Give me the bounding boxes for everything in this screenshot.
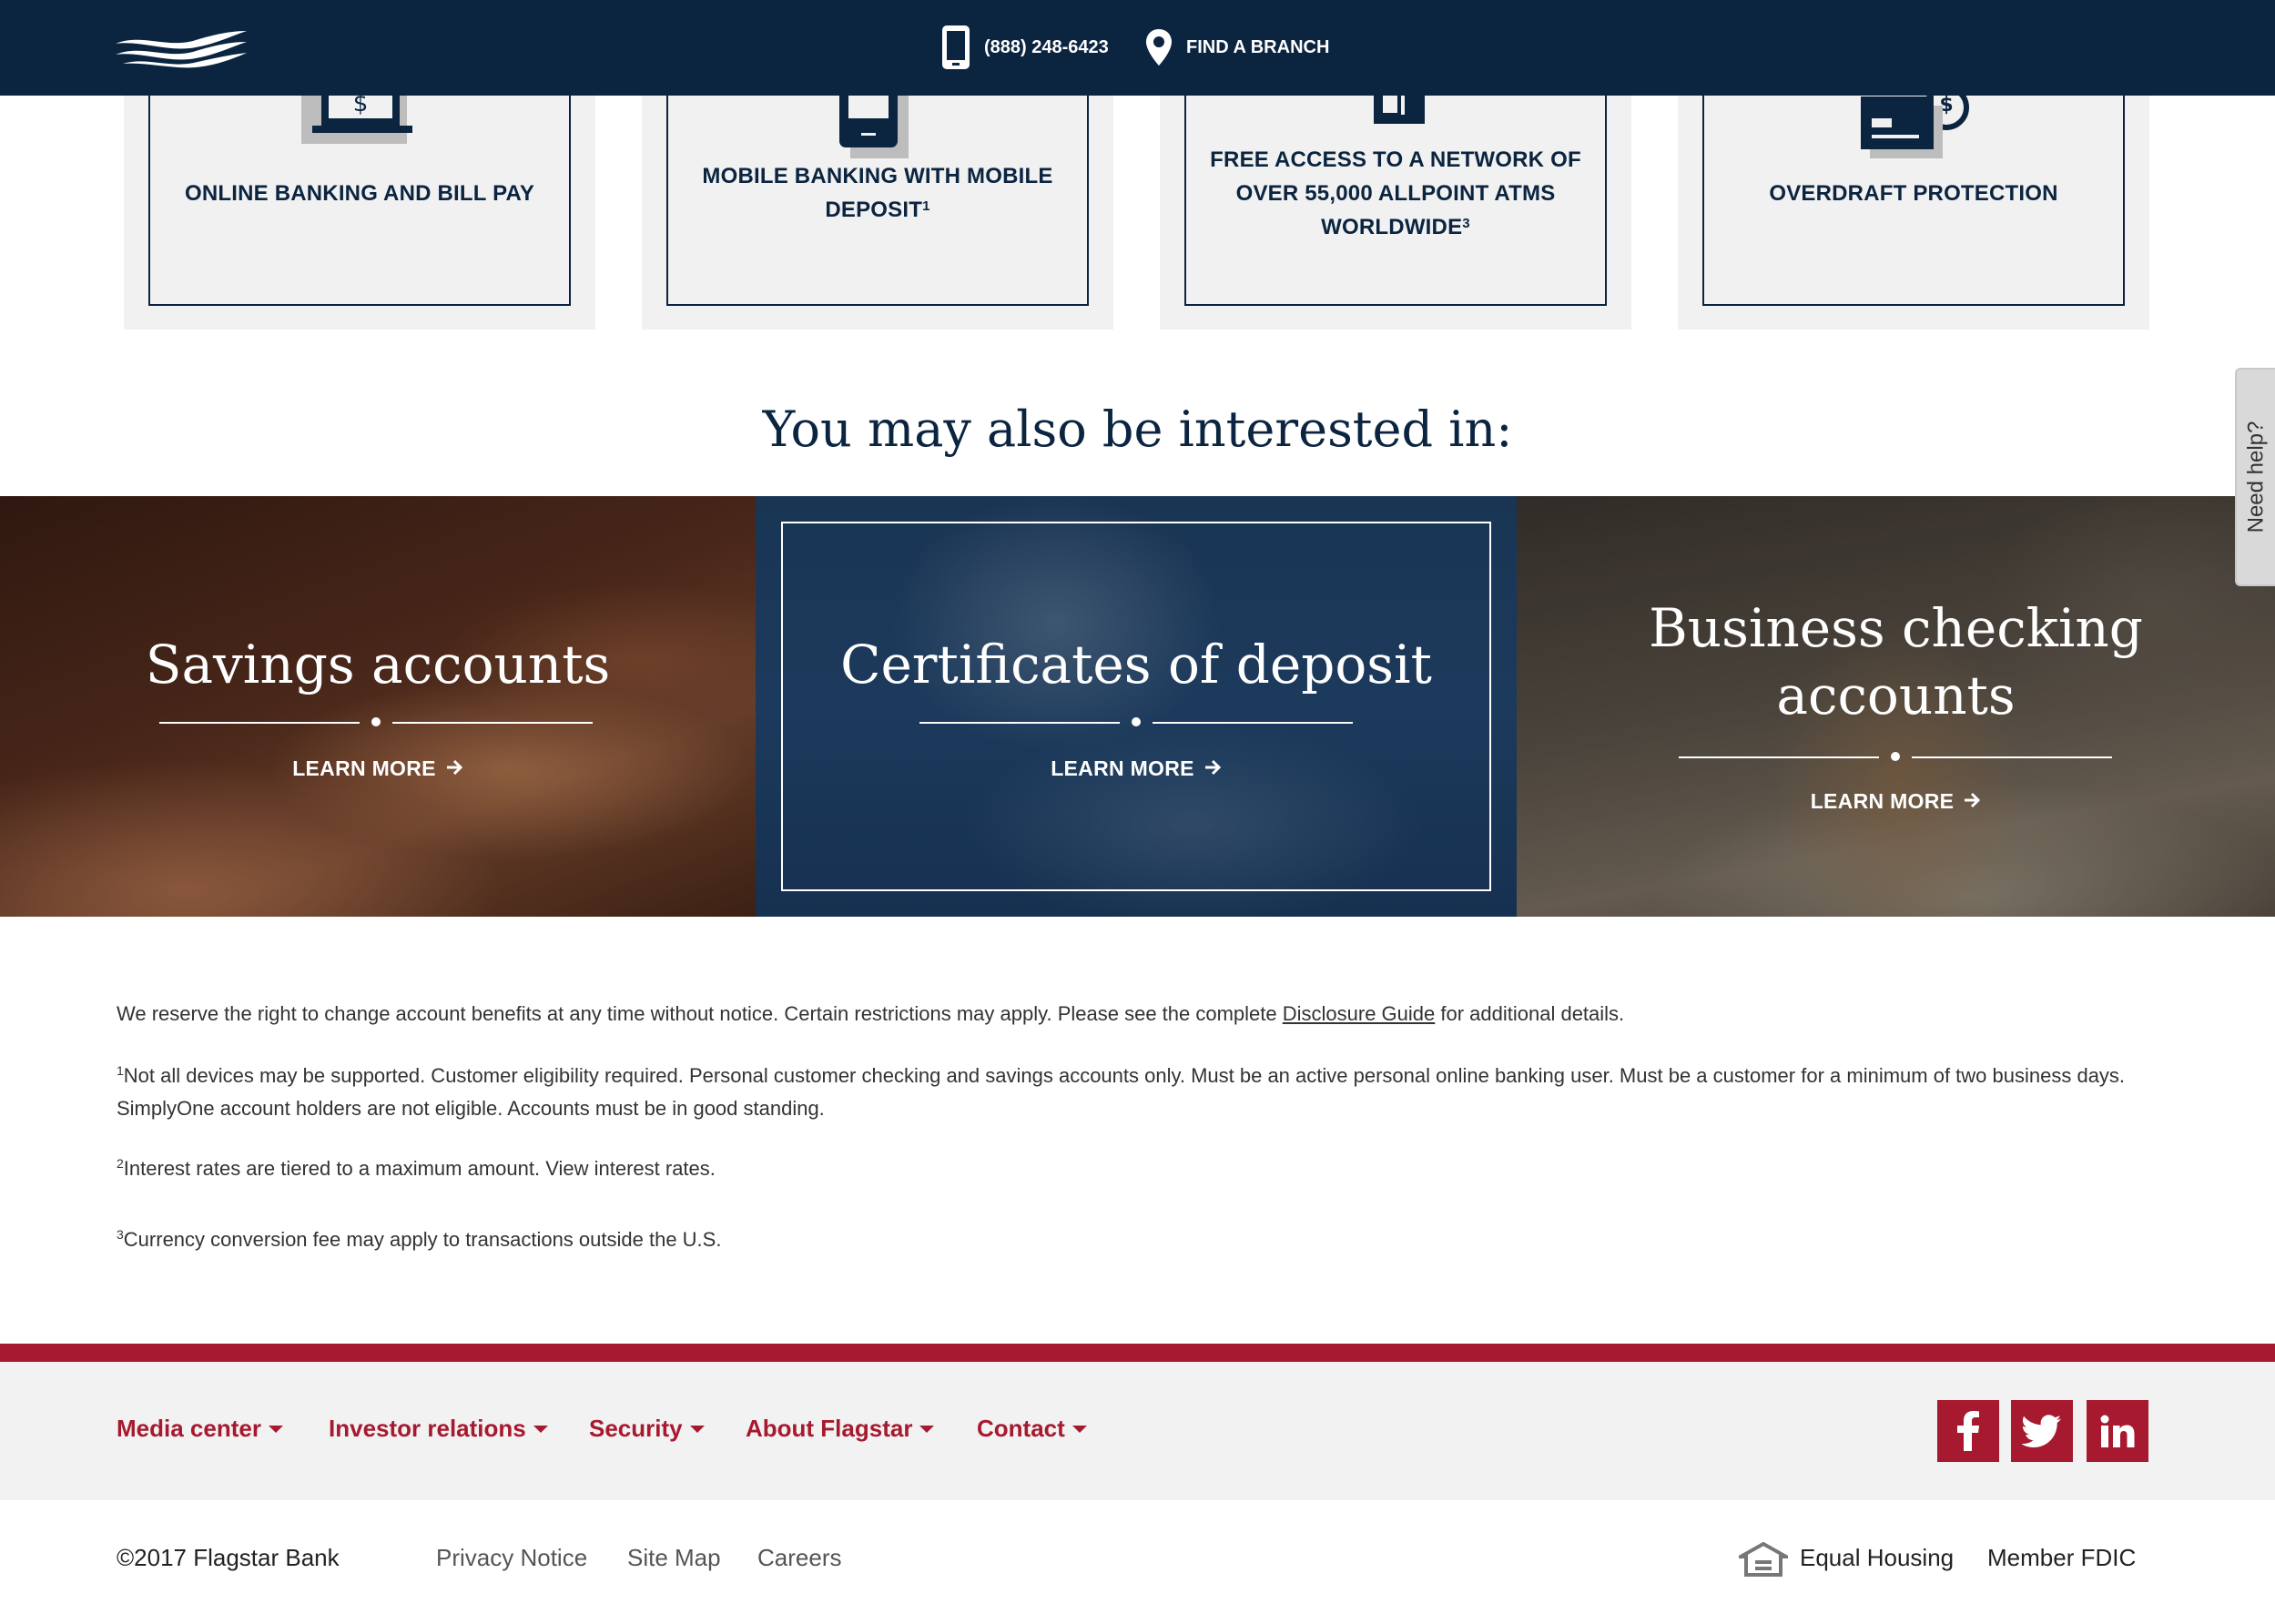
equal-housing-icon	[1739, 1542, 1788, 1577]
disclosure-guide-link[interactable]: Disclosure Guide	[1283, 1002, 1436, 1025]
equal-housing-label: Equal Housing	[1800, 1544, 1955, 1571]
footer-nav-label: Contact	[977, 1415, 1065, 1442]
caret-down-icon	[689, 1425, 705, 1433]
promo-divider	[919, 717, 1353, 726]
learn-more-label: LEARN MORE	[292, 756, 436, 780]
footer-nav-security[interactable]: Security	[589, 1415, 705, 1443]
promo-divider	[1679, 752, 2112, 761]
feature-card-label: FREE ACCESS TO A NETWORK OF OVER 55,000 …	[1186, 143, 1605, 244]
promo-divider	[159, 717, 593, 726]
find-branch-label: FIND A BRANCH	[1186, 36, 1330, 57]
caret-down-icon	[1071, 1425, 1087, 1433]
promo-title: Business checking accounts	[1649, 597, 2143, 726]
caret-down-icon	[533, 1425, 548, 1433]
learn-more-link[interactable]: LEARN MORE	[756, 756, 1517, 781]
linkedin-button[interactable]	[2087, 1400, 2148, 1462]
feature-card-label: ONLINE BANKING AND BILL PAY	[184, 180, 535, 206]
facebook-button[interactable]	[1937, 1400, 1999, 1462]
footnote-3: 3Currency conversion fee may apply to tr…	[117, 1223, 2156, 1256]
footer-nav-label: Investor relations	[329, 1415, 526, 1442]
footnote-text: Interest rates are tiered to a maximum a…	[123, 1157, 716, 1180]
footnote-1: 1Not all devices may be supported. Custo…	[117, 1060, 2156, 1125]
promo-title: Certificates of deposit	[840, 634, 1432, 695]
arrow-right-icon	[1965, 792, 1981, 808]
feature-card-label: MOBILE BANKING WITH MOBILE DEPOSIT1	[668, 159, 1087, 227]
footer-nav-contact[interactable]: Contact	[977, 1415, 1087, 1443]
feature-card-atm-network: FREE ACCESS TO A NETWORK OF OVER 55,000 …	[1184, 82, 1607, 306]
arrow-right-icon	[1204, 759, 1221, 776]
learn-more-label: LEARN MORE	[1810, 789, 1955, 813]
footer-accent-bar	[0, 1344, 2275, 1362]
footnote-text: Not all devices may be supported. Custom…	[117, 1064, 2126, 1120]
footnote-marker[interactable]: 1	[922, 198, 930, 214]
twitter-button[interactable]	[2011, 1400, 2073, 1462]
learn-more-link[interactable]: LEARN MORE	[0, 756, 756, 781]
site-map-link[interactable]: Site Map	[627, 1544, 721, 1572]
learn-more-label: LEARN MORE	[1051, 756, 1194, 780]
feature-card-label-text: FREE ACCESS TO A NETWORK OF OVER 55,000 …	[1210, 147, 1581, 239]
promo-title: Savings accounts	[145, 634, 611, 695]
feature-card-label-text: MOBILE BANKING WITH MOBILE DEPOSIT	[702, 164, 1053, 222]
learn-more-link[interactable]: LEARN MORE	[1517, 789, 2275, 814]
caret-down-icon	[919, 1425, 935, 1433]
need-help-label: Need help?	[2243, 421, 2269, 533]
find-branch-link[interactable]: FIND A BRANCH	[1144, 24, 1329, 71]
top-bar: (888) 248-6423 FIND A BRANCH	[0, 0, 2275, 96]
feature-card-mobile-banking: MOBILE BANKING WITH MOBILE DEPOSIT1	[666, 82, 1089, 306]
disclosure-text: We reserve the right to change account b…	[117, 1002, 1283, 1025]
linkedin-icon	[2100, 1415, 2135, 1447]
promo-savings-accounts[interactable]: Savings accounts LEARN MORE	[0, 496, 756, 917]
footnote-marker: 2	[117, 1156, 124, 1171]
phone-number: (888) 248-6423	[984, 36, 1109, 57]
footer-bottom: ©2017 Flagstar Bank Privacy Notice Site …	[0, 1500, 2275, 1624]
footer-nav-label: Media center	[117, 1415, 261, 1442]
caret-down-icon	[268, 1425, 283, 1433]
phone-link[interactable]: (888) 248-6423	[940, 24, 1109, 71]
footer-nav-investor-relations[interactable]: Investor relations	[329, 1415, 548, 1443]
need-help-tab[interactable]: Need help?	[2235, 368, 2275, 586]
facebook-icon	[1957, 1411, 1979, 1451]
footer-nav-label: Security	[589, 1415, 683, 1442]
footer-nav-label: About Flagstar	[746, 1415, 913, 1442]
promo-business-checking[interactable]: Business checking accounts LEARN MORE	[1517, 496, 2275, 917]
footnote-2: 2Interest rates are tiered to a maximum …	[117, 1152, 2156, 1185]
feature-card-overdraft: $ OVERDRAFT PROTECTION	[1702, 82, 2125, 306]
footer-nav: Media center Investor relations Security…	[0, 1362, 2275, 1500]
footer-nav-media-center[interactable]: Media center	[117, 1415, 283, 1443]
member-fdic-label: Member FDIC	[1987, 1544, 2137, 1571]
footnote-marker: 1	[117, 1063, 124, 1078]
disclosure-text: for additional details.	[1435, 1002, 1625, 1025]
privacy-notice-link[interactable]: Privacy Notice	[436, 1544, 587, 1572]
footer-nav-about-flagstar[interactable]: About Flagstar	[746, 1415, 935, 1443]
footnote-marker: 3	[117, 1227, 124, 1242]
copyright: ©2017 Flagstar Bank	[117, 1544, 340, 1571]
feature-card-online-banking: $ ONLINE BANKING AND BILL PAY	[148, 82, 571, 306]
mobile-phone-icon	[942, 25, 970, 69]
footnote-text: Currency conversion fee may apply to tra…	[123, 1228, 722, 1251]
flagstar-logo-icon[interactable]	[114, 27, 249, 69]
promo-image-overlay	[0, 496, 756, 917]
disclosure-main: We reserve the right to change account b…	[117, 998, 2156, 1030]
feature-card-label: OVERDRAFT PROTECTION	[1769, 180, 2058, 206]
interested-heading: You may also be interested in:	[762, 401, 1513, 458]
careers-link[interactable]: Careers	[757, 1544, 841, 1572]
promo-certificates-of-deposit[interactable]: Certificates of deposit LEARN MORE	[756, 496, 1517, 917]
map-pin-icon	[1146, 29, 1172, 66]
twitter-icon	[2022, 1415, 2061, 1447]
arrow-right-icon	[446, 759, 462, 776]
promo-frame	[781, 522, 1491, 891]
footnote-marker[interactable]: 3	[1462, 216, 1470, 231]
